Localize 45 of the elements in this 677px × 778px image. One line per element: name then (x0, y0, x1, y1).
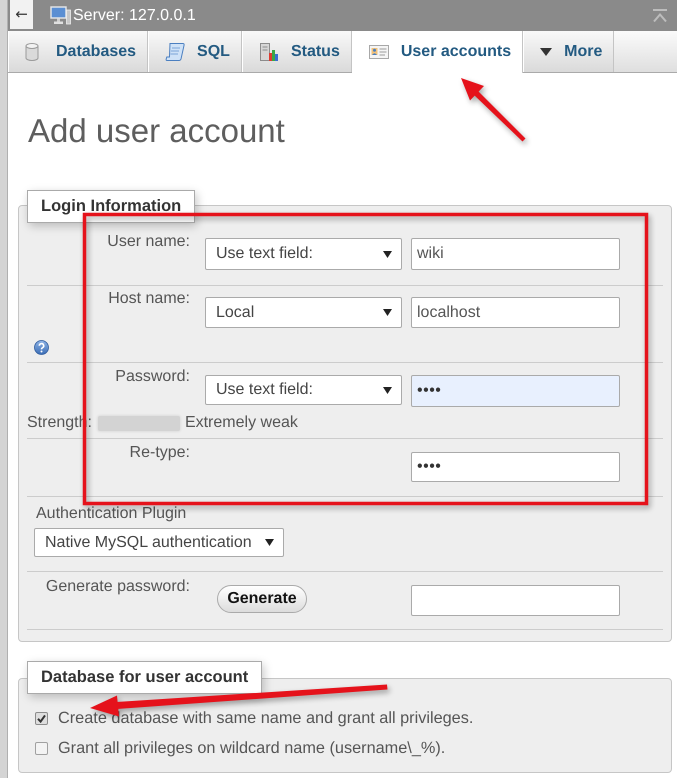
annotation-arrow (461, 78, 526, 142)
tick-icon (37, 714, 46, 722)
panel-legend: Login Information (27, 190, 196, 223)
server-title: Server: 127.0.0.1 (73, 6, 196, 26)
strength-text: Extremely weak (184, 414, 298, 432)
password-field[interactable]: •••• (411, 452, 620, 482)
database-icon (25, 42, 39, 60)
help-icon[interactable] (34, 340, 49, 355)
text-field[interactable] (411, 585, 620, 616)
generate-button[interactable]: Generate (217, 585, 307, 613)
tab[interactable]: More (523, 31, 614, 72)
server-chart-icon (258, 42, 279, 62)
field-label: Host name: (107, 290, 190, 308)
panel-legend: Database for user account (27, 661, 262, 694)
tab[interactable]: Status (242, 31, 352, 72)
checkbox[interactable] (35, 712, 48, 724)
page-title: Add user account (28, 112, 285, 150)
checkbox-label: Grant all privileges on wildcard name (username\_%). (58, 738, 446, 759)
tab[interactable]: User accounts (352, 31, 524, 73)
dropdown[interactable]: Native MySQL authentication (34, 528, 284, 557)
collapse-icon[interactable] (652, 8, 668, 22)
id-card-icon (368, 45, 389, 59)
caret-icon (383, 309, 392, 316)
dropdown[interactable]: Local (205, 297, 402, 328)
checkbox-label: Create database with same name and grant all privileges. (58, 708, 474, 729)
text-field[interactable]: localhost (411, 297, 620, 328)
text-field[interactable]: wiki (411, 238, 620, 270)
field-label: Authentication Plugin (36, 506, 186, 522)
field-label: Re-type: (128, 444, 190, 462)
caret-icon (265, 539, 274, 546)
tab[interactable]: Databases (8, 31, 148, 72)
field-label: User name: (106, 233, 190, 251)
dropdown[interactable]: Use text field: (205, 238, 402, 270)
monitor-icon (50, 6, 71, 25)
dropdown[interactable]: Use text field: (205, 375, 402, 405)
field-label: Generate password: (44, 578, 190, 596)
password-field[interactable]: •••• (411, 375, 620, 407)
field-label: Password: (114, 368, 190, 386)
caret-icon (383, 250, 392, 258)
caret-icon (383, 386, 392, 394)
back-button[interactable]: ← (10, 0, 33, 29)
checkbox[interactable] (35, 742, 48, 754)
scroll-icon (165, 42, 186, 62)
tab[interactable]: SQL (148, 31, 242, 72)
caret-icon (540, 48, 552, 56)
